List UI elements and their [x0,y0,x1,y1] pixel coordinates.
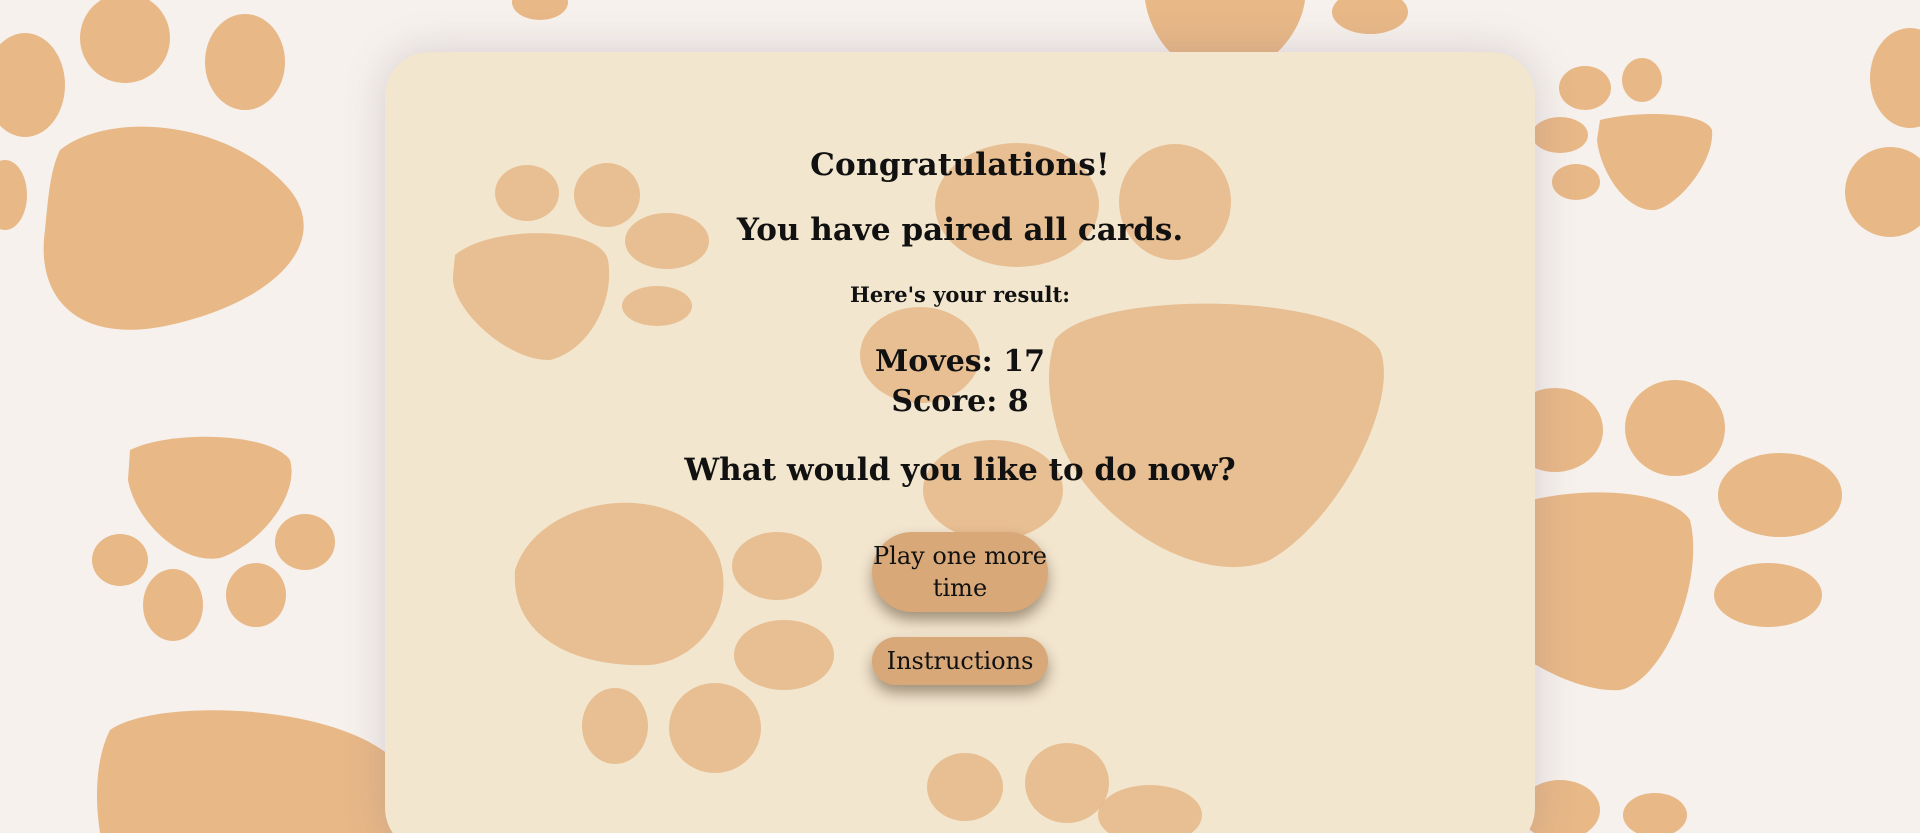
result-stats: Moves: 17 Score: 8 [385,342,1535,422]
score-value: Score: 8 [891,384,1029,419]
moves-count: Moves: 17 [875,344,1045,379]
congratulations-heading: Congratulations! [810,147,1110,183]
result-label: Here's your result: [850,282,1070,307]
instructions-button[interactable]: Instructions [872,637,1048,685]
play-again-button[interactable]: Play one more time [872,532,1048,612]
next-action-question: What would you like to do now? [684,452,1236,488]
paired-message: You have paired all cards. [736,212,1184,248]
